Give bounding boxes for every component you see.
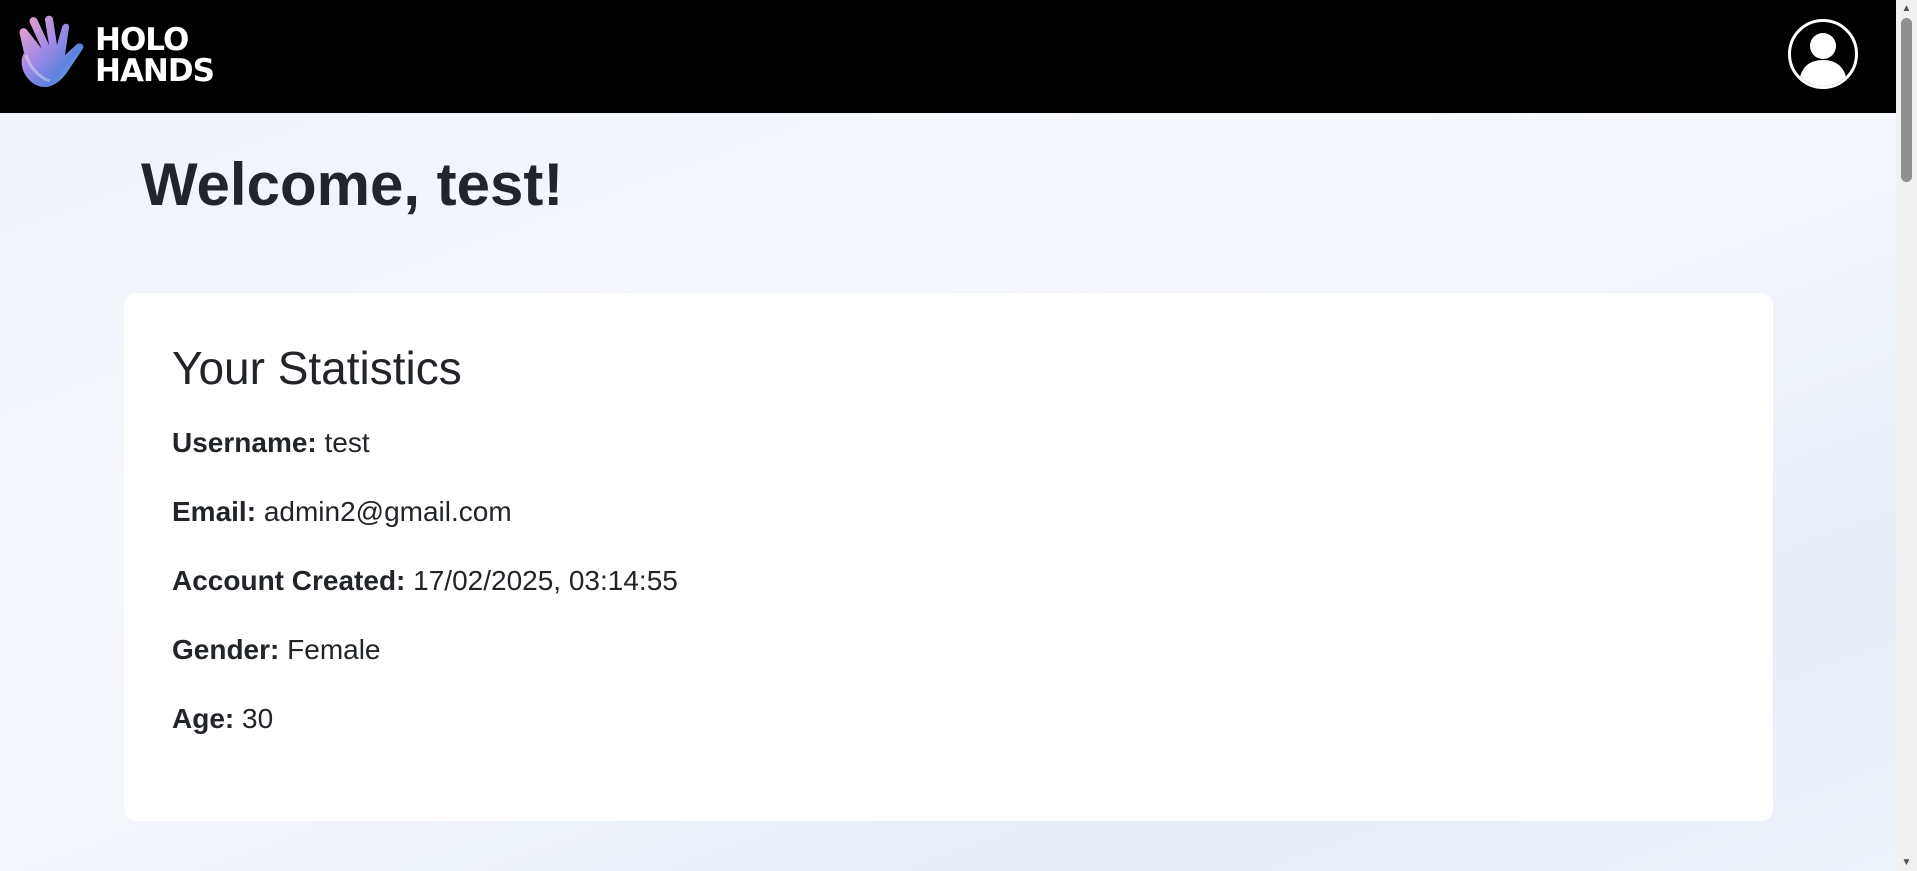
brand-line-2: HANDS xyxy=(95,53,215,89)
stat-label: Gender: xyxy=(172,634,280,665)
stat-value: test xyxy=(324,427,370,458)
welcome-heading: Welcome, test! xyxy=(141,151,564,218)
statistics-heading: Your Statistics xyxy=(172,342,462,394)
hand-icon xyxy=(19,15,84,88)
stat-value: 17/02/2025, 03:14:55 xyxy=(413,565,678,596)
stat-label: Age: xyxy=(172,703,235,734)
profile-avatar-button[interactable] xyxy=(1788,19,1858,89)
scroll-down-arrow-icon[interactable]: ▼ xyxy=(1896,854,1917,871)
scroll-thumb[interactable] xyxy=(1901,18,1912,182)
stat-age: Age: 30 xyxy=(172,699,1725,768)
brand-logo[interactable]: HOLO HANDS xyxy=(16,15,226,93)
brand-name: HOLO HANDS xyxy=(95,22,215,89)
stat-label: Username: xyxy=(172,427,317,458)
stat-value: admin2@gmail.com xyxy=(263,496,512,527)
user-avatar-icon xyxy=(1799,33,1847,86)
stat-email: Email: admin2@gmail.com xyxy=(172,492,1725,561)
stat-label: Account Created: xyxy=(172,565,406,596)
top-navbar: HOLO HANDS xyxy=(0,0,1896,113)
stat-gender: Gender: Female xyxy=(172,630,1725,699)
scroll-up-arrow-icon[interactable]: ▲ xyxy=(1896,0,1917,17)
brand-line-1: HOLO xyxy=(95,22,189,58)
stat-value: Female xyxy=(287,634,381,665)
page-scrollbar[interactable]: ▲ ▼ xyxy=(1896,0,1917,871)
stat-account-created: Account Created: 17/02/2025, 03:14:55 xyxy=(172,561,1725,630)
statistics-card: Your Statistics Username: test Email: ad… xyxy=(124,293,1773,821)
stat-label: Email: xyxy=(172,496,257,527)
stat-value: 30 xyxy=(242,703,274,734)
stat-username: Username: test xyxy=(172,423,1725,492)
